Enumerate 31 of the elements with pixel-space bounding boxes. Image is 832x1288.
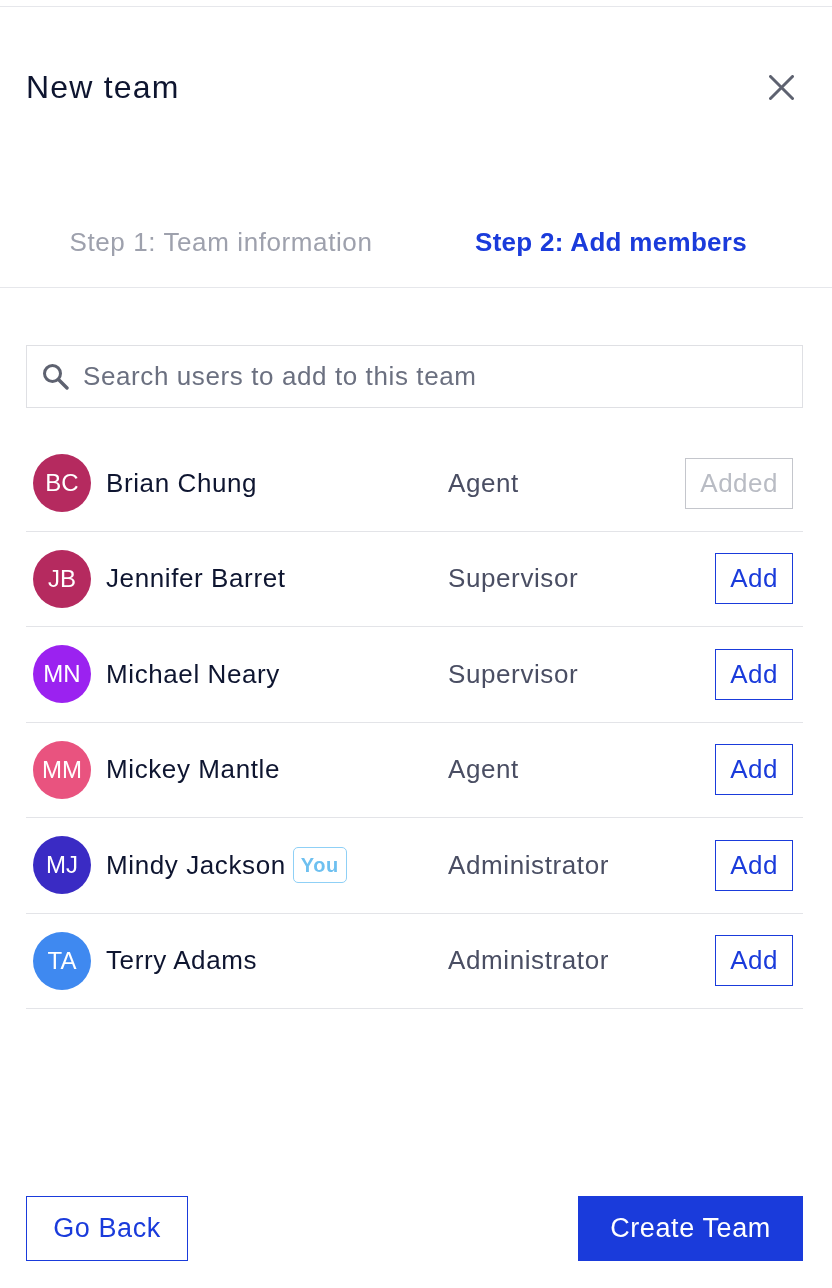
add-button[interactable]: Add — [715, 839, 793, 891]
user-name: Mickey Mantle — [106, 753, 280, 787]
you-tag: You — [292, 847, 347, 884]
user-avatar: JB — [33, 549, 91, 608]
user-role: Agent — [448, 466, 519, 500]
add-button[interactable]: Add — [715, 648, 793, 700]
user-name: Mindy Jackson — [106, 848, 286, 882]
user-name: Brian Chung — [106, 466, 258, 500]
step-tab[interactable]: Step 2: Add members — [416, 222, 806, 262]
user-avatar: MN — [33, 645, 91, 704]
add-button[interactable]: Add — [715, 553, 793, 605]
go-back-button[interactable]: Go Back — [26, 1196, 188, 1261]
user-avatar: MM — [33, 740, 91, 799]
create-team-button[interactable]: Create Team — [578, 1196, 803, 1261]
user-avatar: TA — [33, 931, 91, 990]
search-icon — [42, 363, 69, 390]
user-role: Administrator — [448, 848, 609, 882]
user-name: Terry Adams — [106, 944, 258, 978]
user-role: Supervisor — [448, 657, 579, 691]
user-role: Agent — [448, 753, 519, 787]
add-button[interactable]: Add — [715, 744, 793, 796]
user-avatar: BC — [33, 454, 91, 513]
user-role: Administrator — [448, 944, 609, 978]
dialog-title: New team — [26, 68, 180, 107]
user-name: Jennifer Barret — [106, 562, 286, 596]
user-role: Supervisor — [448, 562, 579, 596]
user-avatar: MJ — [33, 836, 91, 895]
user-name: Michael Neary — [106, 657, 280, 691]
search-field[interactable]: Search users to add to this team — [26, 345, 803, 408]
add-button[interactable]: Add — [715, 935, 793, 987]
close-icon[interactable] — [769, 75, 794, 100]
